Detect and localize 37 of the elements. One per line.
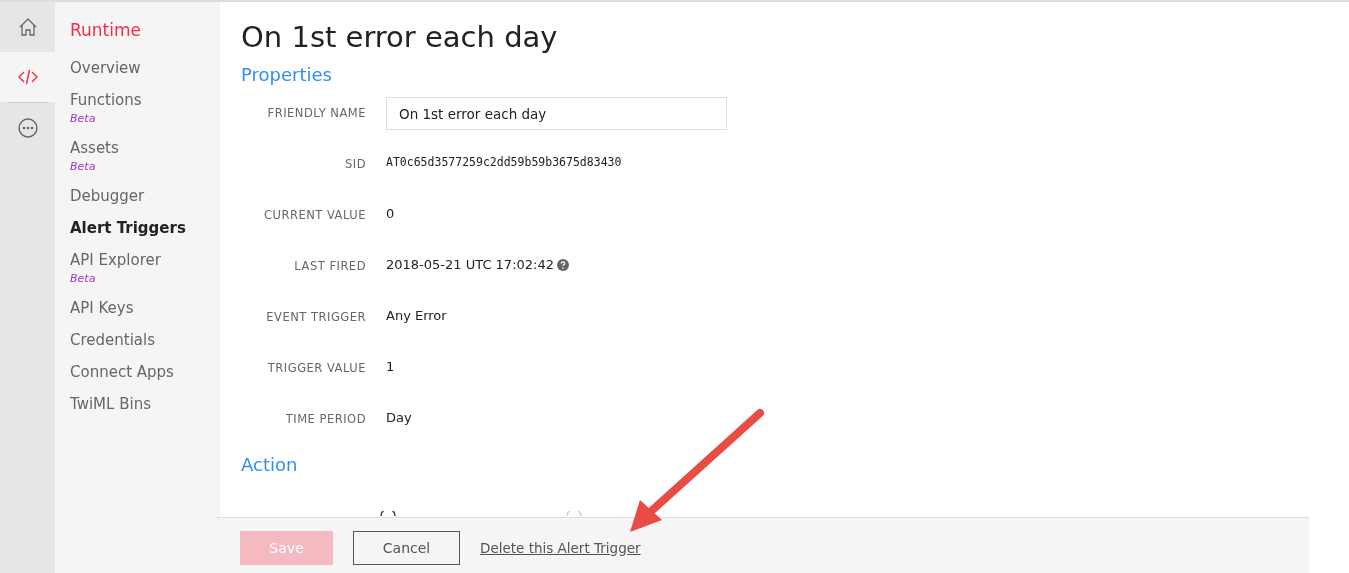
field-label: TIME PERIOD: [284, 411, 366, 426]
field-label: CURRENT VALUE: [263, 207, 366, 222]
sidebar-item[interactable]: Overview: [70, 59, 141, 77]
field-value: 0: [386, 206, 395, 221]
section-heading: Properties: [241, 64, 333, 85]
field-value: 1: [386, 359, 395, 374]
field-label: SID: [343, 156, 366, 171]
sidebar-title: Runtime: [70, 20, 142, 40]
section-heading: Action: [241, 454, 299, 475]
sidebar-item[interactable]: Assets: [70, 139, 119, 157]
sidebar-item[interactable]: API Explorer: [70, 251, 161, 269]
sidebar-item[interactable]: Connect Apps: [70, 363, 174, 381]
sidebar-item[interactable]: Functions: [70, 91, 142, 109]
cancel-button[interactable]: Cancel: [353, 530, 460, 565]
sidebar-item[interactable]: Alert Triggers: [70, 219, 186, 237]
help-icon[interactable]: [557, 258, 569, 271]
sidebar-item[interactable]: TwiML Bins: [70, 395, 151, 413]
sidebar-item[interactable]: API Keys: [70, 299, 134, 317]
field-value: 2018-05-21 UTC 17:02:42: [386, 257, 554, 272]
field-value: AT0c65d3577259c2dd59b59b3675d83430: [386, 155, 622, 169]
field-value: Any Error: [386, 308, 447, 323]
name-input-field[interactable]: On 1st error each day: [386, 97, 727, 130]
sidebar-item[interactable]: Credentials: [70, 331, 156, 349]
delete-link[interactable]: Delete this Alert Trigger: [480, 539, 641, 556]
field-label: TRIGGER VALUE: [266, 360, 366, 375]
more-icon[interactable]: [16, 117, 39, 139]
page-title: On 1st error each day: [241, 20, 559, 54]
arc-icon: [566, 511, 582, 516]
beta-label: Beta: [70, 160, 96, 173]
field-label: EVENT TRIGGER: [265, 309, 366, 324]
beta-label: Beta: [70, 112, 96, 125]
beta-label: Beta: [70, 272, 96, 285]
field-value: Day: [386, 410, 412, 425]
sidebar-item[interactable]: Debugger: [70, 187, 145, 205]
field-label: LAST FIRED: [293, 258, 366, 273]
field-label: FRIENDLY NAME: [266, 105, 366, 120]
arc-icon: [380, 511, 396, 516]
